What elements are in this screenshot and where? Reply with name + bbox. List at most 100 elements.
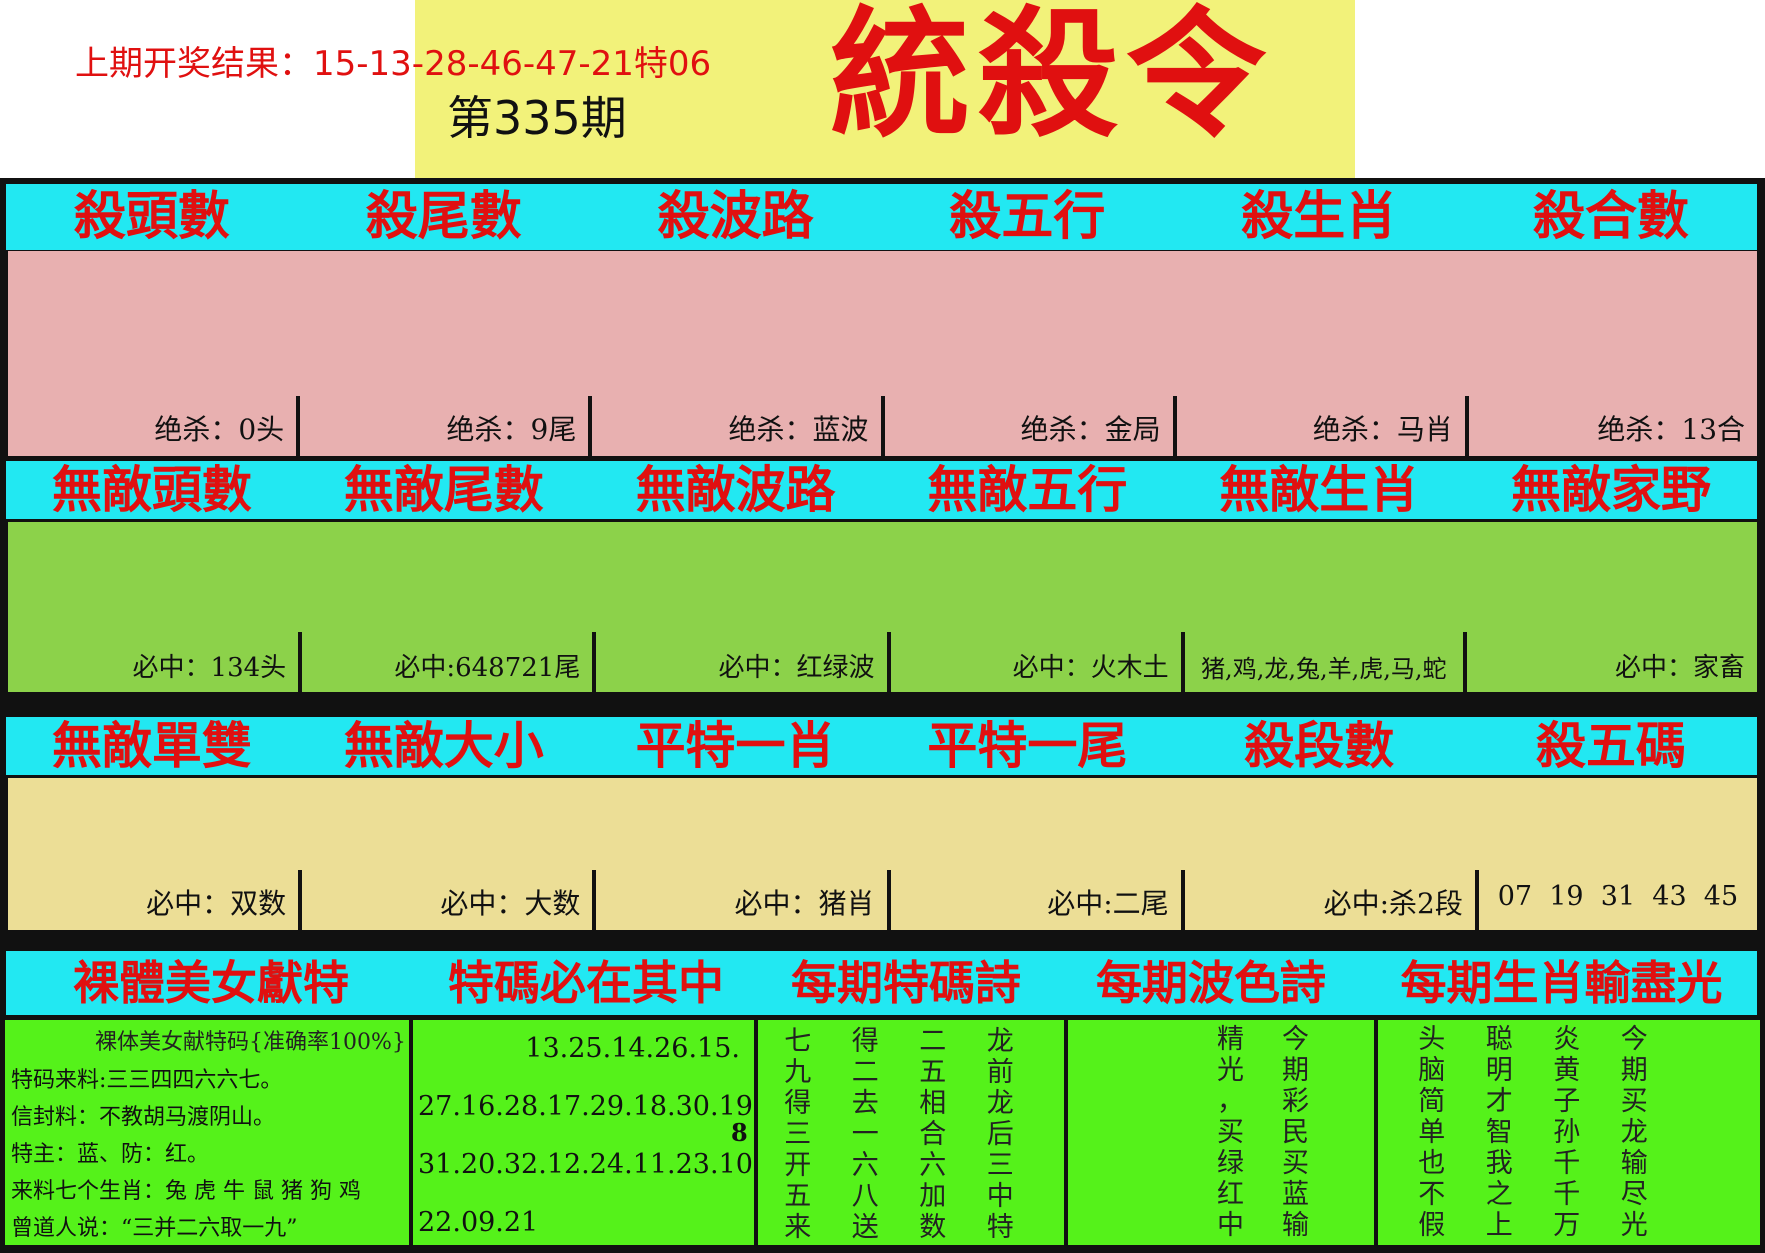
kill-values-row: 绝杀：0头 绝杀：9尾 绝杀：蓝波 绝杀：金局 绝杀：马肖 绝杀：13合	[5, 251, 1760, 456]
issue-number: 第335期	[447, 91, 627, 145]
poem-char: 上	[1485, 1210, 1513, 1241]
poem-char: 来	[784, 1212, 812, 1243]
poem-char: 千	[1553, 1179, 1581, 1210]
value-cell: 绝杀：蓝波	[588, 396, 880, 456]
invincible-values-row: 必中：134头 必中:648721尾 必中：红绿波 必中：火木土 猪,鸡,龙,兔…	[5, 522, 1760, 692]
invincible-headers: 無敵頭數 無敵尾數 無敵波路 無敵五行 無敵生肖 無敵家野	[3, 458, 1760, 522]
wave-poem-panel: 精今光期，彩买民绿买红蓝中输	[1068, 1020, 1378, 1245]
poem-char: 光	[1217, 1055, 1244, 1086]
value-cell: 07 19 31 43 45	[1474, 870, 1757, 930]
poem-char: 聪	[1485, 1024, 1513, 1055]
poem-char: 三	[784, 1119, 812, 1150]
value-cell: 必中：猪肖	[592, 870, 886, 930]
poem-char: 头	[1418, 1024, 1446, 1055]
poem-char: 二	[851, 1057, 879, 1088]
kill-headers: 殺頭數 殺尾數 殺波路 殺五行 殺生肖 殺合數	[3, 181, 1760, 253]
main-board: 殺頭數 殺尾數 殺波路 殺五行 殺生肖 殺合數 绝杀：0头 绝杀：9尾 绝杀：蓝…	[0, 178, 1765, 1253]
poem-char: 彩	[1282, 1086, 1309, 1117]
header-cell: 殺合數	[1533, 186, 1690, 247]
poem-char: 才	[1485, 1086, 1513, 1117]
poem-char: 五	[784, 1181, 812, 1212]
poem-char: 之	[1485, 1179, 1513, 1210]
poem-char: 得	[784, 1088, 812, 1119]
poem-char: 买	[1217, 1117, 1244, 1148]
poem-char: 不	[1418, 1179, 1446, 1210]
special-poem: 七得二龙九二五前得去相龙三一合后开六六三五八加中来送数特	[764, 1026, 1034, 1243]
beauty-line: 曾道人说：“三并二六取一九”	[11, 1216, 298, 1241]
value-cell: 必中：大数	[298, 870, 592, 930]
poem-char: 红	[1217, 1179, 1244, 1210]
beauty-panel: 裸体美女献特码{准确率100%} 特码来料:三三四四六六七。 信封料：不教胡马渡…	[5, 1020, 413, 1245]
value-cell: 绝杀：13合	[1464, 396, 1757, 456]
poem-char: 九	[784, 1057, 812, 1088]
header-cell: 平特一肖	[635, 716, 836, 775]
poem-char: 输	[1620, 1148, 1648, 1179]
poem-char: ，	[1217, 1086, 1244, 1117]
poem-char: 八	[851, 1181, 879, 1212]
poem-char: 数	[919, 1212, 947, 1243]
value-cell: 必中：家畜	[1462, 632, 1757, 692]
poem-char: 加	[919, 1181, 947, 1212]
poem-char: 龙	[986, 1088, 1014, 1119]
poem-char: 开	[784, 1150, 812, 1181]
poem-char: 绿	[1217, 1148, 1244, 1179]
poem-char: 我	[1485, 1148, 1513, 1179]
poem-char: 中	[986, 1181, 1014, 1212]
header-cell: 無敵生肖	[1219, 460, 1420, 519]
poem-char: 二	[919, 1026, 947, 1057]
header-cell: 無敵頭數	[51, 460, 252, 519]
number-lines: 13.25.14.26.15. 27.16.28.17.29.18.30.19.…	[413, 1020, 762, 1252]
numbers-panel: 13.25.14.26.15. 27.16.28.17.29.18.30.19.…	[413, 1020, 762, 1245]
beauty-line: 特码来料:三三四四六六七。	[11, 1068, 283, 1093]
poem-char: 龙	[986, 1026, 1014, 1057]
header-cell: 殺尾數	[365, 186, 522, 247]
poem-char: 七	[784, 1026, 812, 1057]
poem-char: 一	[851, 1119, 879, 1150]
poem-char: 黄	[1553, 1055, 1581, 1086]
header-cell: 裸體美女獻特	[73, 956, 349, 1010]
beauty-lines: 特码来料:三三四四六六七。 信封料：不教胡马渡阴山。 特主：蓝、防：红。 来料七…	[11, 1062, 361, 1247]
poem-char: 蓝	[1282, 1179, 1309, 1210]
poem-char: 民	[1282, 1117, 1309, 1148]
number-line: 22.09.21	[418, 1207, 539, 1238]
value-cell: 必中：双数	[146, 887, 287, 920]
poem-char: 前	[986, 1057, 1014, 1088]
poem-char: 也	[1418, 1148, 1446, 1179]
number-line: 13.25.14.26.15.	[525, 1033, 740, 1064]
value-cell: 绝杀：9尾	[296, 396, 588, 456]
poem-char: 期	[1620, 1055, 1648, 1086]
header-cell: 特碼必在其中	[448, 956, 724, 1010]
header-cell: 每期波色詩	[1096, 956, 1326, 1010]
zodiac-poem-panel: 头聪炎今脑明黄期简才子买单智孙龙也我千输不之千尽假上万光	[1378, 1020, 1760, 1245]
beauty-line: 特主：蓝、防：红。	[11, 1142, 210, 1167]
value-cell: 绝杀：金局	[880, 396, 1173, 456]
poem-char: 输	[1282, 1210, 1309, 1241]
poem-char: 千	[1553, 1148, 1581, 1179]
poem-char: 明	[1485, 1055, 1513, 1086]
header-cell: 殺段數	[1244, 716, 1395, 775]
header-cell: 每期特碼詩	[791, 956, 1021, 1010]
poem-headers: 裸體美女獻特 特碼必在其中 每期特碼詩 每期波色詩 每期生肖輸盡光	[3, 948, 1760, 1018]
number-line: 27.16.28.17.29.18.30.19.	[418, 1091, 762, 1122]
value-cell: 绝杀：0头	[154, 413, 285, 446]
poem-char: 今	[1620, 1024, 1648, 1055]
number-line: 31.20.32.12.24.11.23.10.	[418, 1149, 762, 1180]
poem-char: 买	[1282, 1148, 1309, 1179]
poem-char: 万	[1553, 1210, 1581, 1241]
number-mark: 8	[731, 1118, 748, 1147]
header-cell: 平特一尾	[927, 716, 1128, 775]
poem-char: 三	[986, 1150, 1014, 1181]
header-cell: 無敵波路	[635, 460, 836, 519]
poem-char: 尽	[1620, 1179, 1648, 1210]
header-cell: 每期生肖輸盡光	[1400, 956, 1723, 1010]
header-cell: 殺頭數	[73, 186, 230, 247]
special-values-row: 必中：双数 必中：大数 必中：猪肖 必中:二尾 必中:杀2段 07 19 31 …	[5, 778, 1760, 930]
header-cell: 殺波路	[657, 186, 814, 247]
beauty-line: 来料七个生肖：兔 虎 牛 鼠 猪 狗 鸡	[11, 1179, 361, 1204]
header-cell: 殺生肖	[1241, 186, 1398, 247]
wave-poem: 精今光期，彩买民绿买红蓝中输	[1198, 1024, 1328, 1241]
last-result: 上期开奖结果：15-13-28-46-47-21特06	[75, 44, 712, 84]
header-cell: 無敵尾數	[343, 460, 544, 519]
special-headers: 無敵單雙 無敵大小 平特一肖 平特一尾 殺段數 殺五碼	[3, 714, 1760, 778]
poem-char: 六	[851, 1150, 879, 1181]
